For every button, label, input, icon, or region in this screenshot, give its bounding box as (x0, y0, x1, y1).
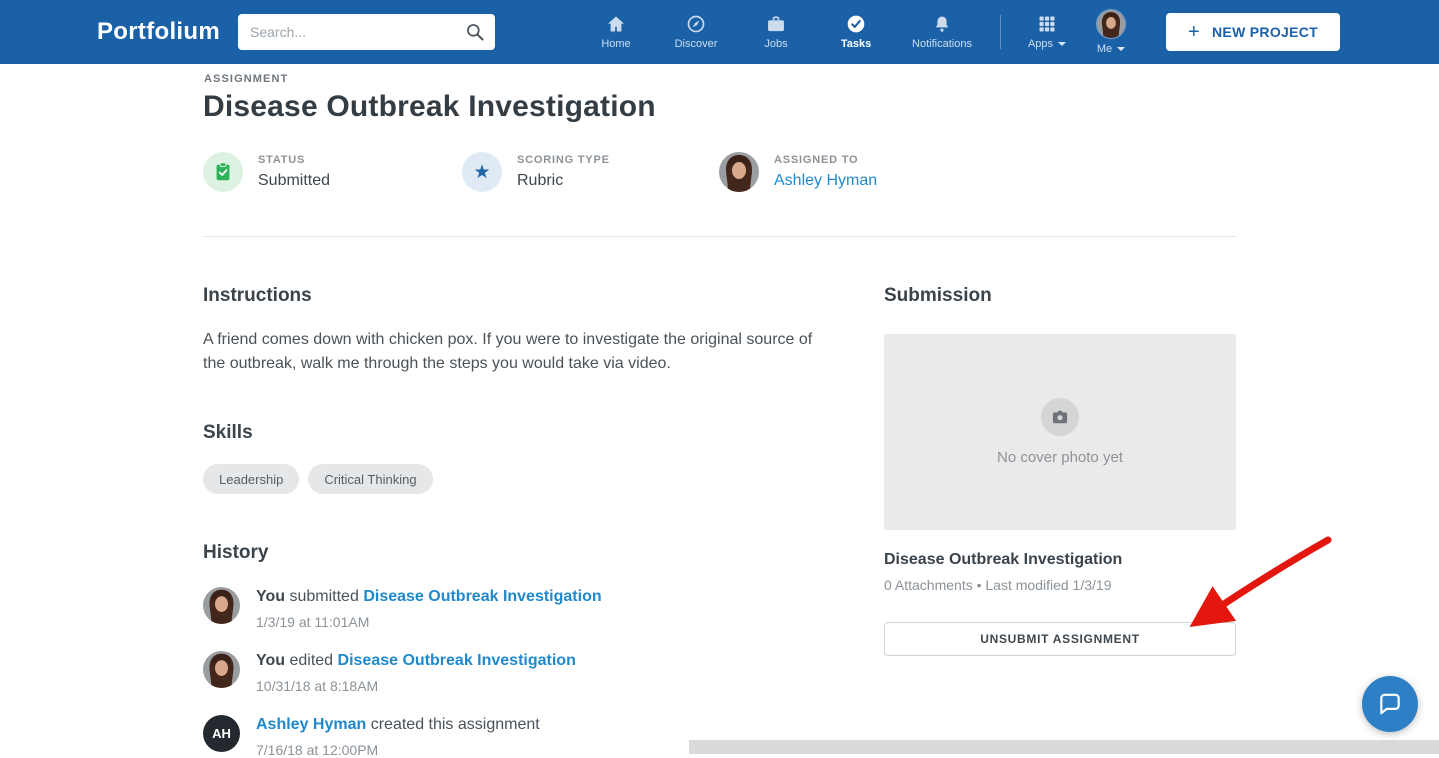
camera-icon-circle (1041, 398, 1079, 436)
me-avatar (1096, 9, 1126, 39)
history-item: You edited Disease Outbreak Investigatio… (203, 651, 843, 694)
assignment-page: ASSIGNMENT Disease Outbreak Investigatio… (0, 64, 1439, 758)
history-line: You submitted Disease Outbreak Investiga… (256, 587, 602, 607)
star-icon: ★ (473, 161, 491, 183)
bell-icon (935, 16, 949, 32)
nav-item-me[interactable]: Me (1079, 0, 1143, 64)
history-actor: You (256, 588, 286, 605)
search-input[interactable] (238, 14, 495, 50)
history-timestamp: 7/16/18 at 12:00PM (256, 742, 379, 758)
submission-panel: Submission No cover photo yet Disease Ou… (884, 285, 1236, 656)
skill-chip[interactable]: Critical Thinking (308, 464, 433, 494)
skill-chip[interactable]: Leadership (203, 464, 300, 494)
apps-grid-icon (1039, 16, 1055, 32)
cover-placeholder-text: No cover photo yet (997, 449, 1123, 466)
nav-item-notifications[interactable]: Notifications (896, 0, 988, 64)
history-actor-link[interactable]: Ashley Hyman (256, 716, 366, 733)
section-divider (203, 236, 1236, 237)
assigned-value-link[interactable]: Ashley Hyman (774, 172, 877, 190)
new-project-label: NEW PROJECT (1212, 24, 1318, 40)
status-value: Submitted (258, 172, 331, 189)
history-line: You edited Disease Outbreak Investigatio… (256, 651, 576, 671)
submission-title: Disease Outbreak Investigation (884, 551, 1123, 568)
nav-item-discover[interactable]: Discover (656, 0, 736, 64)
portfolium-logo[interactable]: Portfolium (97, 18, 220, 46)
new-project-button[interactable]: + NEW PROJECT (1166, 13, 1340, 51)
skills-chips: Leadership Critical Thinking (203, 464, 843, 494)
instructions-heading: Instructions (203, 285, 312, 306)
unsubmit-assignment-button[interactable]: UNSUBMIT ASSIGNMENT (884, 622, 1236, 656)
history-timestamp: 10/31/18 at 8:18AM (256, 678, 379, 694)
jobs-icon (768, 16, 784, 32)
status-icon-circle (203, 152, 243, 192)
scoring-meta: ★ SCORING TYPE Rubric (462, 152, 610, 192)
history-action: edited (289, 652, 334, 669)
primary-nav: Home Discover Jobs Tasks Notifications (576, 0, 988, 64)
chevron-down-icon (1117, 47, 1126, 51)
nav-label: Notifications (912, 38, 972, 50)
status-label: STATUS (258, 154, 306, 166)
submission-meta: 0 Attachments • Last modified 1/3/19 (884, 577, 1112, 593)
me-label: Me (1096, 43, 1113, 55)
nav-item-jobs[interactable]: Jobs (736, 0, 816, 64)
history-action: submitted (289, 588, 359, 605)
history-object-link[interactable]: Disease Outbreak Investigation (363, 588, 601, 605)
discover-icon (687, 15, 705, 33)
nav-divider (1000, 15, 1001, 49)
top-navbar: Portfolium Home Discover Jobs (0, 0, 1439, 64)
chevron-down-icon (1058, 42, 1067, 46)
history-timestamp: 1/3/19 at 11:01AM (256, 614, 370, 630)
scoring-value: Rubric (517, 172, 564, 189)
instructions-body: A friend comes down with chicken pox. If… (203, 331, 813, 372)
scoring-label: SCORING TYPE (517, 154, 610, 166)
history-heading: History (203, 542, 269, 563)
nav-item-tasks[interactable]: Tasks (816, 0, 896, 64)
left-column: Instructions A friend comes down with ch… (203, 285, 843, 758)
chat-bubble-icon (1380, 693, 1400, 715)
apps-label: Apps (1027, 38, 1054, 50)
nav-label: Tasks (840, 38, 872, 50)
footer-strip (689, 740, 1439, 754)
cover-photo-placeholder: No cover photo yet (884, 334, 1236, 530)
avatar (203, 651, 240, 688)
history-object-link[interactable]: Disease Outbreak Investigation (338, 652, 576, 669)
history-list: You submitted Disease Outbreak Investiga… (203, 587, 843, 758)
chat-launcher-button[interactable] (1362, 676, 1418, 732)
tasks-icon (847, 15, 865, 33)
assigned-meta: ASSIGNED TO Ashley Hyman (719, 152, 877, 192)
search-icon[interactable] (465, 22, 485, 42)
history-item: You submitted Disease Outbreak Investiga… (203, 587, 843, 630)
assigned-avatar (719, 152, 759, 192)
clipboard-check-icon (216, 162, 230, 181)
history-actor: You (256, 652, 286, 669)
nav-right: Apps Me (1015, 0, 1143, 64)
home-icon (608, 16, 624, 32)
avatar (203, 587, 240, 624)
plus-icon: + (1188, 21, 1201, 43)
submission-heading: Submission (884, 285, 992, 306)
nav-label: Discover (674, 38, 718, 50)
nav-item-home[interactable]: Home (576, 0, 656, 64)
nav-item-apps[interactable]: Apps (1015, 0, 1079, 64)
skills-heading: Skills (203, 422, 253, 443)
camera-icon (1052, 410, 1068, 424)
initials-avatar: AH (203, 715, 240, 752)
assigned-label: ASSIGNED TO (774, 154, 859, 166)
nav-label: Home (601, 38, 631, 50)
status-meta: STATUS Submitted (203, 152, 330, 192)
history-action: created this assignment (370, 716, 540, 733)
page-title: Disease Outbreak Investigation (203, 90, 656, 123)
nav-label: Jobs (764, 38, 788, 50)
scoring-icon-circle: ★ (462, 152, 502, 192)
search-box (238, 14, 495, 50)
assignment-eyebrow: ASSIGNMENT (204, 73, 289, 85)
history-line: Ashley Hyman created this assignment (256, 715, 540, 735)
